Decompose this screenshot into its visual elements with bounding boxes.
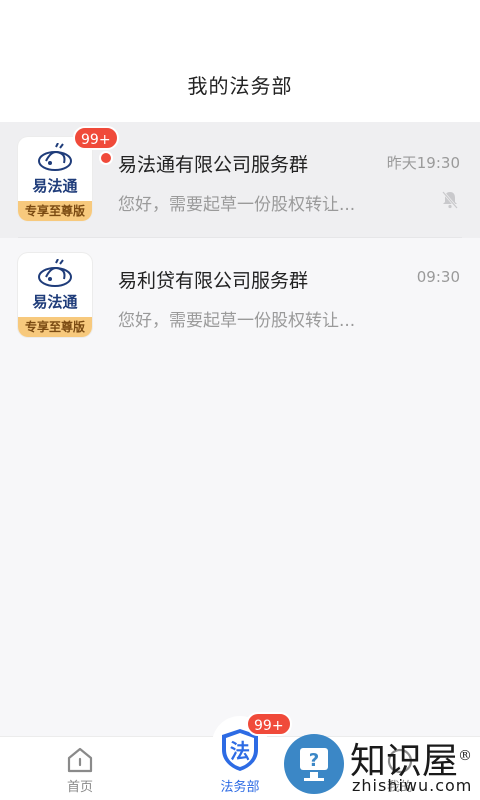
chat-preview: 您好，需要起草一份股权转让... (118, 195, 356, 215)
home-icon (67, 747, 93, 773)
tier-badge: 专享至尊版 (18, 317, 92, 337)
bell-muted-icon (442, 191, 458, 209)
chat-time: 09:30 (416, 268, 460, 286)
logo-text: 易法通 (32, 293, 78, 311)
chat-name: 易利贷有限公司服务群 (118, 270, 309, 292)
header: 我的法务部 (0, 0, 480, 122)
logo-icon (38, 259, 72, 287)
logo-text: 易法通 (32, 177, 78, 195)
chat-name: 易法通有限公司服务群 (118, 154, 309, 176)
chat-list: 易法通 专享至尊版 易法通有限公司服务群 昨天19:30 您好，需要起草一份股权… (0, 122, 480, 354)
tab-home-label: 首页 (66, 780, 93, 795)
chat-time: 昨天19:30 (386, 154, 460, 172)
chat-preview: 您好，需要起草一份股权转让... (118, 311, 356, 331)
unread-count-badge: 99+ (73, 126, 119, 150)
tab-home[interactable]: 首页 (30, 737, 130, 800)
chat-item[interactable]: 易法通 专享至尊版 易法通有限公司服务群 昨天19:30 您好，需要起草一份股权… (0, 122, 480, 238)
law-glyph: 法 (230, 739, 250, 763)
watermark-glyph: ? (309, 750, 319, 771)
tab-law-label: 法务部 (220, 780, 260, 795)
watermark-logo-icon: ? (284, 734, 344, 794)
watermark: ? 知识屋® zhishiwu.com (282, 732, 480, 800)
page-title: 我的法务部 (187, 74, 293, 98)
chat-item[interactable]: 易法通 专享至尊版 易利贷有限公司服务群 09:30 您好，需要起草一份股权转让… (0, 238, 480, 354)
tier-badge: 专享至尊版 (18, 201, 92, 221)
group-avatar: 易法通 专享至尊版 (18, 137, 113, 221)
group-avatar: 易法通 专享至尊版 (18, 253, 92, 337)
logo-icon (38, 143, 72, 171)
watermark-subtitle: zhishiwu.com (352, 776, 473, 795)
unread-dot (99, 151, 113, 165)
